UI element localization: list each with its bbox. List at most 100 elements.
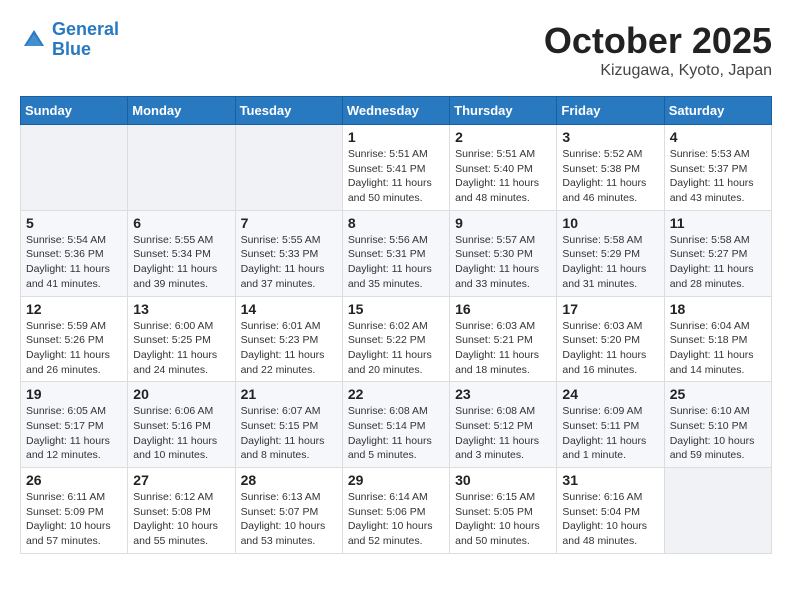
month-title: October 2025 — [544, 20, 772, 62]
calendar-cell: 3 Sunrise: 5:52 AM Sunset: 5:38 PM Daylig… — [557, 125, 664, 211]
day-info: Sunrise: 5:58 AM Sunset: 5:29 PM Dayligh… — [562, 233, 658, 292]
day-number: 3 — [562, 129, 658, 145]
weekday-header-friday: Friday — [557, 97, 664, 125]
day-info: Sunrise: 6:03 AM Sunset: 5:20 PM Dayligh… — [562, 319, 658, 378]
day-number: 17 — [562, 301, 658, 317]
day-number: 25 — [670, 386, 766, 402]
day-info: Sunrise: 6:00 AM Sunset: 5:25 PM Dayligh… — [133, 319, 229, 378]
day-info: Sunrise: 5:55 AM Sunset: 5:34 PM Dayligh… — [133, 233, 229, 292]
day-number: 24 — [562, 386, 658, 402]
day-info: Sunrise: 5:51 AM Sunset: 5:40 PM Dayligh… — [455, 147, 551, 206]
day-info: Sunrise: 5:59 AM Sunset: 5:26 PM Dayligh… — [26, 319, 122, 378]
weekday-header-saturday: Saturday — [664, 97, 771, 125]
weekday-header-sunday: Sunday — [21, 97, 128, 125]
day-number: 27 — [133, 472, 229, 488]
day-info: Sunrise: 5:56 AM Sunset: 5:31 PM Dayligh… — [348, 233, 444, 292]
day-number: 14 — [241, 301, 337, 317]
day-info: Sunrise: 6:08 AM Sunset: 5:14 PM Dayligh… — [348, 404, 444, 463]
day-number: 4 — [670, 129, 766, 145]
calendar-cell — [235, 125, 342, 211]
logo-text-line1: General — [52, 20, 119, 40]
calendar-week-2: 5 Sunrise: 5:54 AM Sunset: 5:36 PM Daylig… — [21, 210, 772, 296]
calendar-cell: 6 Sunrise: 5:55 AM Sunset: 5:34 PM Daylig… — [128, 210, 235, 296]
calendar-cell: 22 Sunrise: 6:08 AM Sunset: 5:14 PM Dayli… — [342, 382, 449, 468]
location: Kizugawa, Kyoto, Japan — [544, 62, 772, 80]
calendar-cell: 27Sunrise: 6:12 AM Sunset: 5:08 PM Dayli… — [128, 468, 235, 554]
calendar-cell: 4 Sunrise: 5:53 AM Sunset: 5:37 PM Daylig… — [664, 125, 771, 211]
day-number: 13 — [133, 301, 229, 317]
day-info: Sunrise: 6:05 AM Sunset: 5:17 PM Dayligh… — [26, 404, 122, 463]
calendar-cell: 16Sunrise: 6:03 AM Sunset: 5:21 PM Dayli… — [450, 296, 557, 382]
day-info: Sunrise: 5:57 AM Sunset: 5:30 PM Dayligh… — [455, 233, 551, 292]
logo-icon — [20, 26, 48, 54]
day-number: 16 — [455, 301, 551, 317]
day-info: Sunrise: 6:11 AM Sunset: 5:09 PM Dayligh… — [26, 490, 122, 549]
day-number: 12 — [26, 301, 122, 317]
calendar-cell: 1 Sunrise: 5:51 AM Sunset: 5:41 PM Daylig… — [342, 125, 449, 211]
day-info: Sunrise: 5:58 AM Sunset: 5:27 PM Dayligh… — [670, 233, 766, 292]
calendar-week-3: 12 Sunrise: 5:59 AM Sunset: 5:26 PM Dayli… — [21, 296, 772, 382]
day-info: Sunrise: 5:54 AM Sunset: 5:36 PM Dayligh… — [26, 233, 122, 292]
day-number: 7 — [241, 215, 337, 231]
day-info: Sunrise: 5:51 AM Sunset: 5:41 PM Dayligh… — [348, 147, 444, 206]
day-info: Sunrise: 6:06 AM Sunset: 5:16 PM Dayligh… — [133, 404, 229, 463]
day-info: Sunrise: 6:02 AM Sunset: 5:22 PM Dayligh… — [348, 319, 444, 378]
day-number: 21 — [241, 386, 337, 402]
calendar-cell: 12 Sunrise: 5:59 AM Sunset: 5:26 PM Dayli… — [21, 296, 128, 382]
page-header: General Blue October 2025 Kizugawa, Kyot… — [20, 20, 772, 80]
calendar-cell: 26 Sunrise: 6:11 AM Sunset: 5:09 PM Dayli… — [21, 468, 128, 554]
calendar-cell: 9Sunrise: 5:57 AM Sunset: 5:30 PM Daylig… — [450, 210, 557, 296]
day-number: 29 — [348, 472, 444, 488]
day-info: Sunrise: 5:52 AM Sunset: 5:38 PM Dayligh… — [562, 147, 658, 206]
day-info: Sunrise: 6:10 AM Sunset: 5:10 PM Dayligh… — [670, 404, 766, 463]
day-number: 20 — [133, 386, 229, 402]
calendar-cell: 29 Sunrise: 6:14 AM Sunset: 5:06 PM Dayli… — [342, 468, 449, 554]
weekday-header-monday: Monday — [128, 97, 235, 125]
calendar-cell: 15 Sunrise: 6:02 AM Sunset: 5:22 PM Dayli… — [342, 296, 449, 382]
day-info: Sunrise: 6:16 AM Sunset: 5:04 PM Dayligh… — [562, 490, 658, 549]
day-info: Sunrise: 6:09 AM Sunset: 5:11 PM Dayligh… — [562, 404, 658, 463]
calendar-cell: 13 Sunrise: 6:00 AM Sunset: 5:25 PM Dayli… — [128, 296, 235, 382]
logo-text-line2: Blue — [52, 40, 119, 60]
calendar-cell: 24 Sunrise: 6:09 AM Sunset: 5:11 PM Dayli… — [557, 382, 664, 468]
day-info: Sunrise: 6:14 AM Sunset: 5:06 PM Dayligh… — [348, 490, 444, 549]
logo: General Blue — [20, 20, 119, 60]
day-number: 5 — [26, 215, 122, 231]
calendar-cell: 18 Sunrise: 6:04 AM Sunset: 5:18 PM Dayli… — [664, 296, 771, 382]
calendar-cell: 25 Sunrise: 6:10 AM Sunset: 5:10 PM Dayli… — [664, 382, 771, 468]
calendar-cell: 19 Sunrise: 6:05 AM Sunset: 5:17 PM Dayli… — [21, 382, 128, 468]
day-info: Sunrise: 6:13 AM Sunset: 5:07 PM Dayligh… — [241, 490, 337, 549]
day-number: 19 — [26, 386, 122, 402]
calendar-cell: 17 Sunrise: 6:03 AM Sunset: 5:20 PM Dayli… — [557, 296, 664, 382]
calendar-cell: 8 Sunrise: 5:56 AM Sunset: 5:31 PM Daylig… — [342, 210, 449, 296]
day-number: 18 — [670, 301, 766, 317]
calendar-cell: 2Sunrise: 5:51 AM Sunset: 5:40 PM Daylig… — [450, 125, 557, 211]
day-number: 15 — [348, 301, 444, 317]
calendar-cell: 10Sunrise: 5:58 AM Sunset: 5:29 PM Dayli… — [557, 210, 664, 296]
day-info: Sunrise: 6:04 AM Sunset: 5:18 PM Dayligh… — [670, 319, 766, 378]
calendar: SundayMondayTuesdayWednesdayThursdayFrid… — [20, 96, 772, 554]
calendar-cell: 20 Sunrise: 6:06 AM Sunset: 5:16 PM Dayli… — [128, 382, 235, 468]
weekday-header-tuesday: Tuesday — [235, 97, 342, 125]
calendar-cell: 11 Sunrise: 5:58 AM Sunset: 5:27 PM Dayli… — [664, 210, 771, 296]
day-number: 28 — [241, 472, 337, 488]
day-number: 8 — [348, 215, 444, 231]
day-info: Sunrise: 5:53 AM Sunset: 5:37 PM Dayligh… — [670, 147, 766, 206]
calendar-cell: 21 Sunrise: 6:07 AM Sunset: 5:15 PM Dayli… — [235, 382, 342, 468]
day-info: Sunrise: 6:01 AM Sunset: 5:23 PM Dayligh… — [241, 319, 337, 378]
calendar-week-4: 19 Sunrise: 6:05 AM Sunset: 5:17 PM Dayli… — [21, 382, 772, 468]
day-number: 22 — [348, 386, 444, 402]
weekday-header-row: SundayMondayTuesdayWednesdayThursdayFrid… — [21, 97, 772, 125]
day-info: Sunrise: 6:15 AM Sunset: 5:05 PM Dayligh… — [455, 490, 551, 549]
calendar-cell: 14 Sunrise: 6:01 AM Sunset: 5:23 PM Dayli… — [235, 296, 342, 382]
day-info: Sunrise: 5:55 AM Sunset: 5:33 PM Dayligh… — [241, 233, 337, 292]
day-number: 11 — [670, 215, 766, 231]
day-number: 1 — [348, 129, 444, 145]
calendar-cell: 31Sunrise: 6:16 AM Sunset: 5:04 PM Dayli… — [557, 468, 664, 554]
day-number: 26 — [26, 472, 122, 488]
weekday-header-thursday: Thursday — [450, 97, 557, 125]
day-number: 6 — [133, 215, 229, 231]
day-info: Sunrise: 6:08 AM Sunset: 5:12 PM Dayligh… — [455, 404, 551, 463]
day-info: Sunrise: 6:07 AM Sunset: 5:15 PM Dayligh… — [241, 404, 337, 463]
weekday-header-wednesday: Wednesday — [342, 97, 449, 125]
